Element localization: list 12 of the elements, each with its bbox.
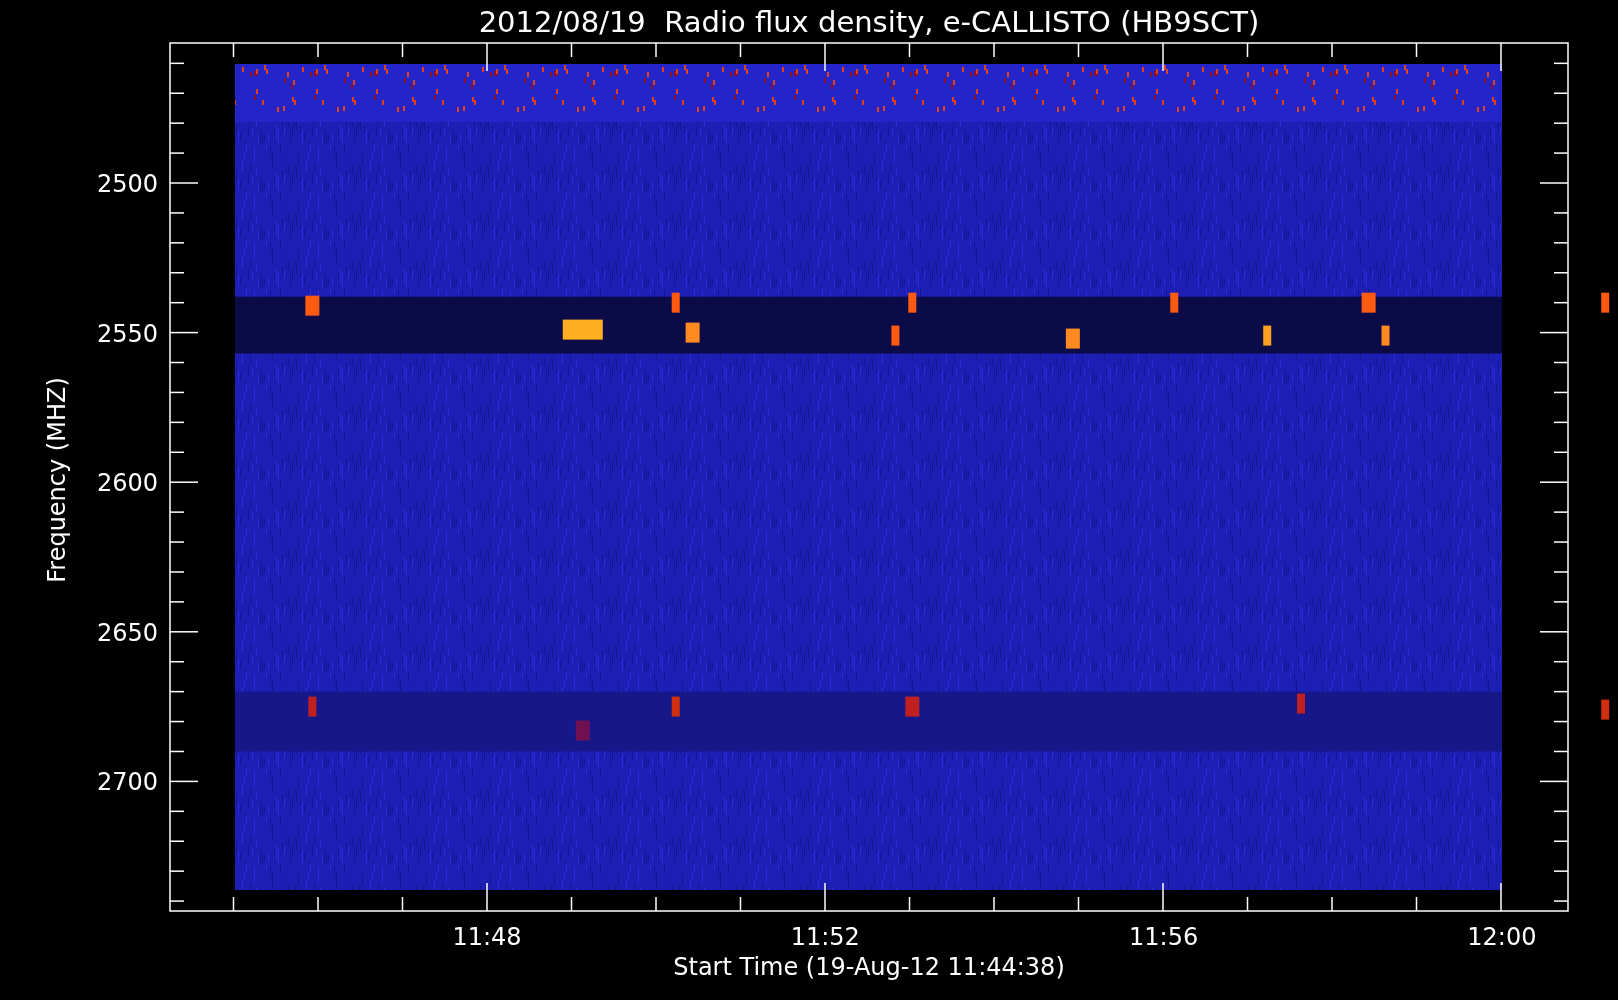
x-tick-label: 11:56 bbox=[1129, 923, 1199, 951]
y-tick-label: 2600 bbox=[96, 469, 158, 498]
x-axis-label: Start Time (19-Aug-12 11:44:38) bbox=[673, 953, 1065, 981]
y-tick-label: 2700 bbox=[96, 768, 158, 797]
x-tick-label: 11:52 bbox=[790, 923, 860, 951]
x-tick-label: 11:48 bbox=[452, 923, 522, 951]
y-tick-label: 2650 bbox=[96, 618, 158, 647]
y-axis-label: Frequency (MHZ) bbox=[43, 377, 71, 583]
x-tick-label: 12:00 bbox=[1467, 923, 1537, 951]
chart-title: 2012/08/19 Radio flux density, e-CALLISTO (HB9SCT) bbox=[478, 5, 1260, 39]
y-tick-label: 2550 bbox=[96, 319, 158, 348]
y-tick-label: 2500 bbox=[96, 170, 158, 198]
